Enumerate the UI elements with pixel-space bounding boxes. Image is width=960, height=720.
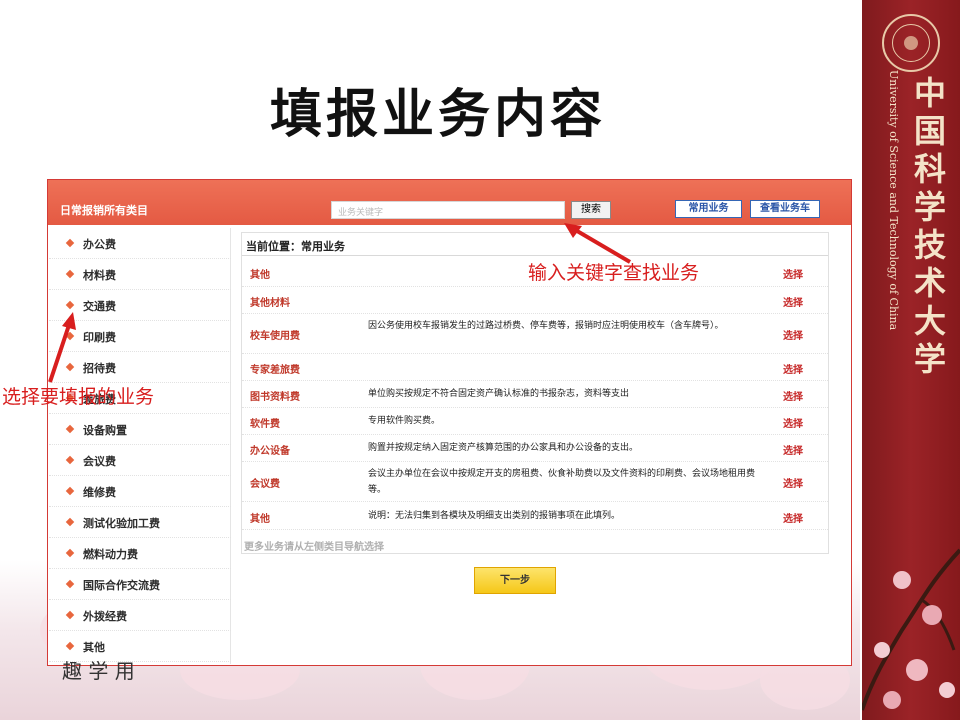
table-row: 图书资料费 单位购买按规定不符合固定资产确认标准的书报杂志，资料等支出 选择 bbox=[242, 381, 828, 408]
sidebar-item-repair[interactable]: 维修费 bbox=[49, 476, 231, 507]
diamond-icon bbox=[65, 300, 75, 310]
business-desc: 购置并按规定纳入固定资产核算范围的办公家具和办公设备的支出。 bbox=[368, 443, 639, 453]
diamond-icon bbox=[65, 269, 75, 279]
next-step-button[interactable]: 下一步 bbox=[474, 567, 556, 594]
diamond-icon bbox=[65, 610, 75, 620]
sidebar-item-meeting[interactable]: 会议费 bbox=[49, 445, 231, 476]
university-banner: 中国科学技术大学 University of Science and Techn… bbox=[862, 0, 960, 720]
select-link[interactable]: 选择 bbox=[783, 388, 803, 403]
choose-annotation: 选择要填报的业务 bbox=[2, 386, 155, 408]
sidebar-item-outsourced[interactable]: 外拨经费 bbox=[49, 600, 231, 631]
sidebar-item-label: 国际合作交流费 bbox=[83, 579, 160, 592]
business-name: 软件费 bbox=[250, 419, 280, 430]
app-header: 日常报销所有类目 业务关键字 搜索 常用业务 查看业务车 bbox=[48, 180, 851, 225]
select-link[interactable]: 选择 bbox=[783, 510, 803, 525]
university-name-en: University of Science and Technology of … bbox=[887, 70, 900, 331]
sidebar-item-international[interactable]: 国际合作交流费 bbox=[49, 569, 231, 600]
slide-title: 填报业务内容 bbox=[270, 84, 607, 145]
business-name: 其他 bbox=[250, 270, 270, 281]
breadcrumb: 当前位置：常用业务 bbox=[246, 240, 345, 253]
sidebar-item-label: 燃料动力费 bbox=[83, 548, 138, 561]
business-desc: 会议主办单位在会议中按规定开支的房租费、伙食补助费以及文件资料的印刷费、会议场地… bbox=[368, 469, 756, 495]
select-link[interactable]: 选择 bbox=[783, 294, 803, 309]
sidebar-item-label: 外拨经费 bbox=[83, 610, 127, 623]
table-row: 其他材料 选择 bbox=[242, 287, 828, 314]
diamond-icon bbox=[65, 517, 75, 527]
sidebar-item-label: 办公费 bbox=[83, 238, 116, 251]
sidebar-item-equipment[interactable]: 设备购置 bbox=[49, 414, 231, 445]
category-sidebar: 办公费 材料费 交通费 印刷费 招待费 差旅费 设备购置 会议费 维修费 测试化… bbox=[49, 228, 231, 664]
table-row: 校车使用费 因公务使用校车报销发生的过路过桥费、停车费等，报销时应注明使用校车（… bbox=[242, 314, 828, 354]
common-business-button[interactable]: 常用业务 bbox=[675, 200, 742, 218]
diamond-icon bbox=[65, 579, 75, 589]
sidebar-item-label: 会议费 bbox=[83, 455, 116, 468]
sidebar-item-label: 维修费 bbox=[83, 486, 116, 499]
app-screenshot: 日常报销所有类目 业务关键字 搜索 常用业务 查看业务车 办公费 材料费 交通费… bbox=[47, 179, 852, 666]
search-input[interactable]: 业务关键字 bbox=[331, 201, 565, 219]
diamond-icon bbox=[65, 641, 75, 651]
select-link[interactable]: 选择 bbox=[783, 266, 803, 281]
sidebar-item-label: 印刷费 bbox=[83, 331, 116, 344]
business-name: 会议费 bbox=[250, 479, 280, 490]
business-desc: 专用软件购买费。 bbox=[368, 416, 441, 426]
diamond-icon bbox=[65, 455, 75, 465]
view-cart-button[interactable]: 查看业务车 bbox=[750, 200, 820, 218]
business-desc: 说明：无法归集到各模块及明细支出类别的报销事项在此填列。 bbox=[368, 511, 621, 521]
sidebar-item-label: 材料费 bbox=[83, 269, 116, 282]
diamond-icon bbox=[65, 238, 75, 248]
sidebar-item-testing[interactable]: 测试化验加工费 bbox=[49, 507, 231, 538]
category-title: 日常报销所有类目 bbox=[60, 204, 148, 217]
arrow-to-sidebar-icon bbox=[48, 312, 76, 383]
select-link[interactable]: 选择 bbox=[783, 475, 803, 490]
sidebar-item-label: 设备购置 bbox=[83, 424, 127, 437]
table-row: 软件费 专用软件购买费。 选择 bbox=[242, 408, 828, 435]
table-row: 专家差旅费 选择 bbox=[242, 354, 828, 381]
sidebar-item-fuel[interactable]: 燃料动力费 bbox=[49, 538, 231, 569]
diamond-icon bbox=[65, 424, 75, 434]
select-link[interactable]: 选择 bbox=[783, 442, 803, 457]
sidebar-item-label: 招待费 bbox=[83, 362, 116, 375]
slide-footer-text: 趣 学 用 bbox=[62, 659, 135, 683]
business-name: 校车使用费 bbox=[250, 331, 300, 342]
business-name: 办公设备 bbox=[250, 446, 290, 457]
select-link[interactable]: 选择 bbox=[783, 361, 803, 376]
business-desc: 单位购买按规定不符合固定资产确认标准的书报杂志，资料等支出 bbox=[368, 389, 630, 399]
business-desc: 因公务使用校车报销发生的过路过桥费、停车费等，报销时应注明使用校车（含车牌号）。 bbox=[368, 321, 724, 331]
business-name: 图书资料费 bbox=[250, 392, 300, 403]
business-name: 专家差旅费 bbox=[250, 365, 300, 376]
sidebar-item-label: 测试化验加工费 bbox=[83, 517, 160, 530]
business-name: 其他 bbox=[250, 514, 270, 525]
table-row: 办公设备 购置并按规定纳入固定资产核算范围的办公家具和办公设备的支出。 选择 bbox=[242, 435, 828, 462]
divider bbox=[242, 255, 828, 256]
table-row: 会议费 会议主办单位在会议中按规定开支的房租费、伙食补助费以及文件资料的印刷费、… bbox=[242, 462, 828, 502]
university-name-cn: 中国科学技术大学 bbox=[913, 74, 946, 378]
plum-branch-icon bbox=[862, 548, 960, 711]
university-seal-icon bbox=[882, 14, 940, 72]
sidebar-item-label: 交通费 bbox=[83, 300, 116, 313]
diamond-icon bbox=[65, 486, 75, 496]
search-button[interactable]: 搜索 bbox=[571, 201, 611, 219]
sidebar-item-label: 其他 bbox=[83, 641, 105, 654]
select-link[interactable]: 选择 bbox=[783, 415, 803, 430]
more-business-hint: 更多业务请从左侧类目导航选择 bbox=[244, 542, 384, 553]
sidebar-item-materials[interactable]: 材料费 bbox=[49, 259, 231, 290]
table-row: 其他 说明：无法归集到各模块及明细支出类别的报销事项在此填列。 选择 bbox=[242, 502, 828, 530]
diamond-icon bbox=[65, 548, 75, 558]
sidebar-item-office[interactable]: 办公费 bbox=[49, 228, 231, 259]
business-name: 其他材料 bbox=[250, 298, 290, 309]
select-link[interactable]: 选择 bbox=[783, 327, 803, 342]
keyword-annotation: 输入关键字查找业务 bbox=[528, 262, 700, 284]
